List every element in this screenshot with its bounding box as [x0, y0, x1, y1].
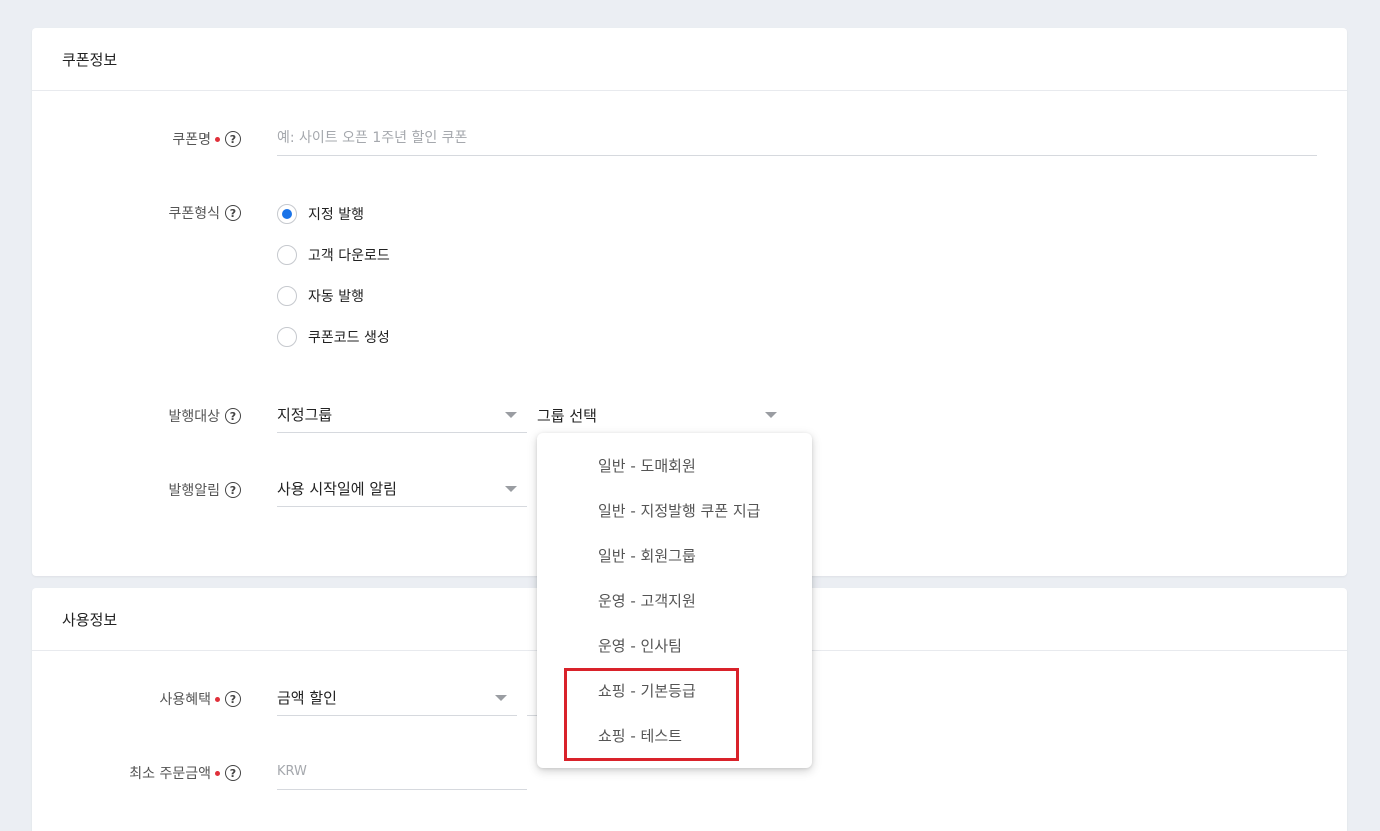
- radio-unchecked-icon[interactable]: [277, 285, 297, 306]
- radio-label: 고객 다운로드: [308, 247, 390, 264]
- chevron-down-icon: [765, 412, 777, 418]
- radio-customer-download[interactable]: 고객 다운로드: [277, 234, 390, 275]
- issue-notify-value: 사용 시작일에 알림: [277, 480, 397, 498]
- group-select-value: 그룹 선택: [537, 406, 597, 425]
- radio-unchecked-icon[interactable]: [277, 244, 297, 265]
- coupon-type-label-wrap: 쿠폰형식 ?: [168, 203, 241, 223]
- required-dot: [215, 136, 220, 142]
- usage-benefit-label-wrap: 사용혜택 ?: [159, 689, 241, 709]
- dropdown-item[interactable]: 쇼핑 - 기본등급: [537, 668, 812, 713]
- divider: [527, 715, 537, 716]
- dropdown-item[interactable]: 운영 - 고객지원: [537, 578, 812, 623]
- coupon-type-label: 쿠폰형식: [168, 206, 220, 222]
- dropdown-item[interactable]: 운영 - 인사팀: [537, 623, 812, 668]
- min-order-label: 최소 주문금액: [129, 766, 211, 782]
- usage-benefit-label: 사용혜택: [159, 692, 211, 708]
- coupon-name-label-wrap: 쿠폰명 ?: [172, 129, 241, 149]
- coupon-type-radio-group: 지정 발행 고객 다운로드 자동 발행 쿠폰코드 생성: [277, 193, 390, 357]
- dropdown-item[interactable]: 일반 - 도매회원: [537, 443, 812, 488]
- radio-label: 자동 발행: [308, 288, 364, 305]
- issue-target-label-wrap: 발행대상 ?: [168, 406, 241, 426]
- issue-target-value: 지정그룹: [277, 406, 333, 424]
- radio-designated-issue[interactable]: 지정 발행: [277, 193, 390, 234]
- group-dropdown-menu: 일반 - 도매회원 일반 - 지정발행 쿠폰 지급 일반 - 회원그룹 운영 -…: [537, 433, 812, 768]
- issue-target-row: 발행대상 ? 지정그룹 그룹 선택: [32, 397, 1347, 435]
- issue-notify-label-wrap: 발행알림 ?: [168, 480, 241, 500]
- coupon-name-row: 쿠폰명 ?: [32, 120, 1347, 158]
- radio-label: 쿠폰코드 생성: [308, 329, 390, 346]
- help-icon[interactable]: ?: [225, 482, 241, 498]
- group-select[interactable]: 그룹 선택: [537, 397, 787, 433]
- help-icon[interactable]: ?: [225, 691, 241, 707]
- chevron-down-icon: [495, 694, 507, 701]
- min-order-label-wrap: 최소 주문금액 ?: [129, 763, 241, 783]
- issue-target-select[interactable]: 지정그룹: [277, 397, 527, 433]
- radio-coupon-code[interactable]: 쿠폰코드 생성: [277, 316, 390, 357]
- chevron-down-icon: [505, 485, 517, 492]
- dropdown-item[interactable]: 일반 - 회원그룹: [537, 533, 812, 578]
- coupon-type-row: 쿠폰형식 ? 지정 발행 고객 다운로드 자동 발행 쿠폰코드 생성: [32, 193, 1347, 363]
- coupon-name-label: 쿠폰명: [172, 132, 211, 148]
- help-icon[interactable]: ?: [225, 205, 241, 221]
- required-dot: [215, 696, 220, 702]
- radio-label: 지정 발행: [308, 206, 364, 223]
- radio-unchecked-icon[interactable]: [277, 326, 297, 347]
- required-dot: [215, 770, 220, 776]
- help-icon[interactable]: ?: [225, 765, 241, 781]
- coupon-info-title: 쿠폰정보: [32, 28, 1347, 91]
- chevron-down-icon: [505, 411, 517, 418]
- radio-checked-icon[interactable]: [277, 203, 297, 224]
- issue-notify-label: 발행알림: [168, 483, 220, 499]
- min-order-input[interactable]: [277, 754, 527, 790]
- issue-target-label: 발행대상: [168, 409, 220, 425]
- usage-benefit-value: 금액 할인: [277, 689, 337, 707]
- help-icon[interactable]: ?: [225, 131, 241, 147]
- radio-auto-issue[interactable]: 자동 발행: [277, 275, 390, 316]
- issue-notify-select[interactable]: 사용 시작일에 알림: [277, 471, 527, 507]
- dropdown-item[interactable]: 쇼핑 - 테스트: [537, 713, 812, 758]
- help-icon[interactable]: ?: [225, 408, 241, 424]
- coupon-name-input[interactable]: [277, 120, 1317, 156]
- usage-benefit-select[interactable]: 금액 할인: [277, 680, 517, 716]
- dropdown-item[interactable]: 일반 - 지정발행 쿠폰 지급: [537, 488, 812, 533]
